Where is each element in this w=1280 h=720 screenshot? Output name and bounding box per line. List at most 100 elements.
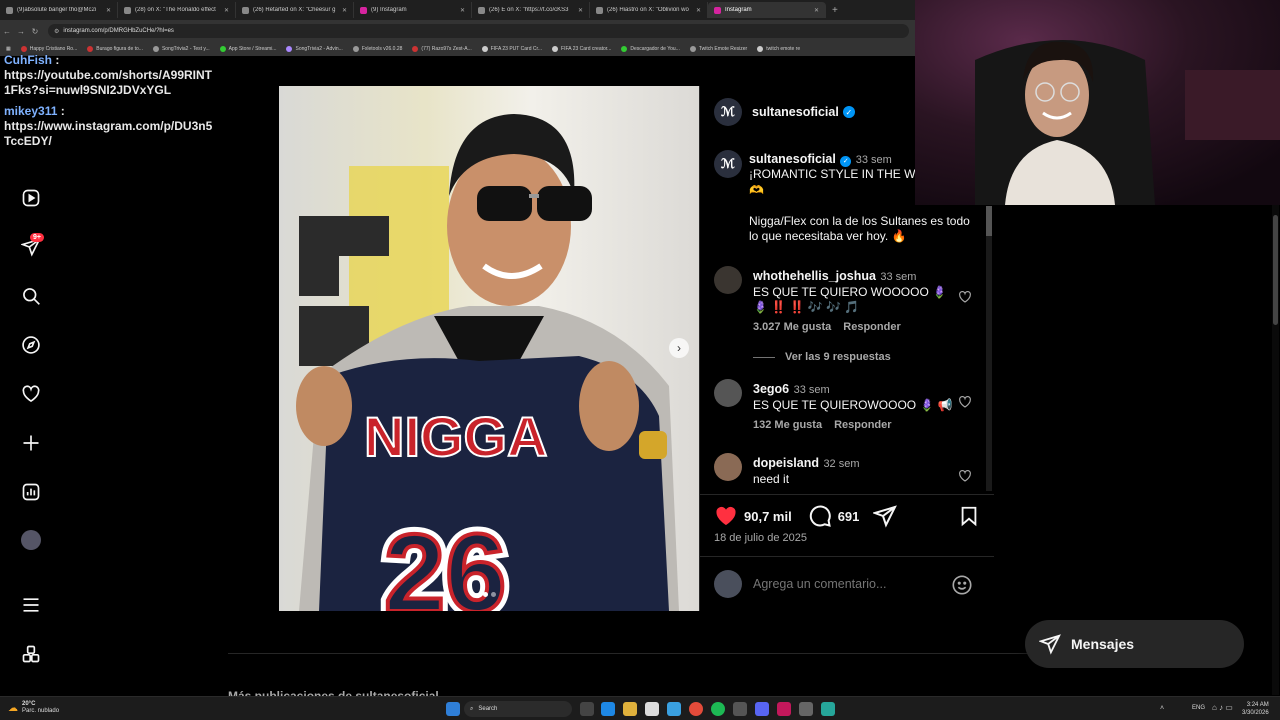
stream-chat-overlay: CuhFish : https://youtube.com/shorts/A99… <box>4 53 214 149</box>
dashboard-icon[interactable] <box>20 481 42 503</box>
comment-username[interactable]: whothehellis_joshua <box>753 269 876 283</box>
commenter-avatar[interactable] <box>714 379 742 407</box>
discord-icon[interactable] <box>755 702 769 716</box>
liked-heart-icon[interactable] <box>714 504 738 528</box>
bookmark-icon <box>552 46 559 52</box>
chrome-icon[interactable] <box>689 702 703 716</box>
back-icon[interactable]: ← <box>0 27 14 36</box>
comment-icon[interactable] <box>808 504 832 528</box>
language-indicator[interactable]: ENG <box>1192 705 1205 711</box>
close-tab-icon[interactable]: ✕ <box>224 7 229 14</box>
close-tab-icon[interactable]: ✕ <box>460 7 465 14</box>
bookmark-item[interactable]: Burago figura de to... <box>87 46 143 52</box>
bookmark-label: twitch emote re <box>766 46 801 52</box>
comment-likes[interactable]: 132 Me gusta <box>753 419 822 431</box>
windows-start-icon[interactable] <box>446 702 460 716</box>
apps-icon[interactable]: ▦ <box>6 46 11 52</box>
url-field[interactable]: ⚙ instagram.com/p/DMRGHbZuCHe/?hl=es <box>48 24 909 38</box>
bookmark-item[interactable]: App Store / Streami... <box>219 46 276 52</box>
browser-tab[interactable]: (26) Retarted on X: "Cheesur g ✕ <box>236 2 354 18</box>
bookmark-item[interactable]: twitch emote re <box>757 46 800 52</box>
post-actions: 90,7 mil 691 <box>714 504 898 528</box>
comment-username[interactable]: dopeisland <box>753 456 819 470</box>
bookmark-item[interactable]: Descargador de You... <box>621 46 680 52</box>
close-tab-icon[interactable]: ✕ <box>578 7 583 14</box>
taskbar-search[interactable]: ⌕ Search <box>464 701 572 717</box>
bookmark-item[interactable]: FIFA 23 Card creator... <box>552 46 611 52</box>
scrollbar-thumb[interactable] <box>986 206 992 236</box>
new-tab-button[interactable]: + <box>826 5 844 16</box>
search-label: Search <box>478 706 498 712</box>
settings-gear-icon[interactable] <box>733 702 747 716</box>
close-tab-icon[interactable]: ✕ <box>814 7 819 14</box>
like-comment-heart-icon[interactable] <box>958 395 972 414</box>
commenter-avatar[interactable] <box>714 453 742 481</box>
spotify-icon[interactable] <box>711 702 725 716</box>
close-tab-icon[interactable]: ✕ <box>106 7 111 14</box>
edge-icon[interactable] <box>601 702 615 716</box>
network-volume-icons[interactable]: ⌂ ♪ ▭ <box>1212 703 1233 712</box>
close-tab-icon[interactable]: ✕ <box>342 7 347 14</box>
reels-icon[interactable] <box>20 187 42 209</box>
app-icon[interactable] <box>821 702 835 716</box>
share-icon[interactable] <box>873 504 898 528</box>
comment-input[interactable] <box>753 574 943 594</box>
notifications-heart-icon[interactable] <box>20 383 42 405</box>
like-count[interactable]: 90,7 mil <box>744 509 792 524</box>
clock[interactable]: 3:24 AM 3/30/2026 <box>1242 701 1269 717</box>
explore-compass-icon[interactable] <box>20 334 42 356</box>
reply-button[interactable]: Responder <box>843 321 900 333</box>
browser-tab[interactable]: (26) E on X: "https://t.co/cKS3 ✕ <box>472 2 590 18</box>
browser-tab[interactable]: (9) Instagram ✕ <box>354 2 472 18</box>
site-info-icon[interactable]: ⚙ <box>54 28 59 35</box>
browser-tab-active[interactable]: Instagram ✕ <box>708 2 826 18</box>
file-explorer-icon[interactable] <box>623 702 637 716</box>
comment-text-line2: 🪻 ‼️ ‼️ 🎶 🎶 🎵 <box>753 300 860 314</box>
next-photo-chevron-icon[interactable]: › <box>669 338 689 358</box>
commenter-avatar[interactable] <box>714 266 742 294</box>
page-scrollbar[interactable] <box>1272 205 1279 695</box>
bookmark-item[interactable]: SongTrivia2 - Advin... <box>286 46 343 52</box>
author-username[interactable]: sultanesoficial <box>752 105 839 119</box>
weather-widget[interactable]: ☁ 20°C Parc. nublado <box>8 701 59 715</box>
author-avatar[interactable]: ℳ <box>714 98 742 126</box>
reload-icon[interactable]: ↻ <box>28 27 42 36</box>
app-icon[interactable] <box>799 702 813 716</box>
store-icon[interactable] <box>645 702 659 716</box>
bookmark-item[interactable]: FIFA 23 PUT Card Cr... <box>481 46 542 52</box>
bookmark-item[interactable]: (77) Razo97s Zest-A... <box>412 46 472 52</box>
app-icon[interactable] <box>777 702 791 716</box>
post-photo[interactable]: NIGGA 26 26 › <box>279 86 699 611</box>
search-icon[interactable] <box>20 285 42 307</box>
view-replies-button[interactable]: Ver las 9 respuestas <box>753 351 891 363</box>
bookmark-item[interactable]: Fxletools v26.0.28 <box>352 46 402 52</box>
like-comment-heart-icon[interactable] <box>958 469 972 488</box>
more-menu-icon[interactable] <box>20 594 42 616</box>
page-scrollbar-thumb[interactable] <box>1273 215 1278 325</box>
browser-tab[interactable]: (28) on X: "The Ronaldo effect ✕ <box>118 2 236 18</box>
save-bookmark-icon[interactable] <box>958 504 980 528</box>
bookmark-item[interactable]: SongTrivia2 - Test y... <box>152 46 210 52</box>
forward-icon[interactable]: → <box>14 27 28 36</box>
chat-separator: : <box>57 104 65 118</box>
comment-username[interactable]: 3ego6 <box>753 382 789 396</box>
bookmark-item[interactable]: Twitch Emote Resizer <box>689 46 747 52</box>
task-view-icon[interactable] <box>580 702 594 716</box>
create-plus-icon[interactable] <box>20 432 42 454</box>
also-from-meta-icon[interactable] <box>20 643 42 665</box>
mail-icon[interactable] <box>667 702 681 716</box>
emoji-picker-icon[interactable] <box>951 574 973 596</box>
tray-chevron-icon[interactable]: ˄ <box>1160 705 1164 712</box>
messages-button[interactable]: Mensajes <box>1025 620 1244 668</box>
comment-likes[interactable]: 3.027 Me gusta <box>753 321 831 333</box>
bookmark-item[interactable]: Happy Cristiano Ro... <box>20 46 77 52</box>
comments-scrollbar[interactable] <box>986 206 992 491</box>
close-tab-icon[interactable]: ✕ <box>696 7 701 14</box>
browser-tab[interactable]: (9)absolute banger tho@Mc2i ✕ <box>0 2 118 18</box>
caption-author-avatar[interactable]: ℳ <box>714 150 742 178</box>
reply-button[interactable]: Responder <box>834 419 891 431</box>
browser-tab[interactable]: (26) Hiastro on X: "Oblivion wo ✕ <box>590 2 708 18</box>
like-comment-heart-icon[interactable] <box>958 290 972 309</box>
caption-author-username[interactable]: sultanesoficial <box>749 152 836 166</box>
profile-avatar[interactable] <box>21 530 41 550</box>
